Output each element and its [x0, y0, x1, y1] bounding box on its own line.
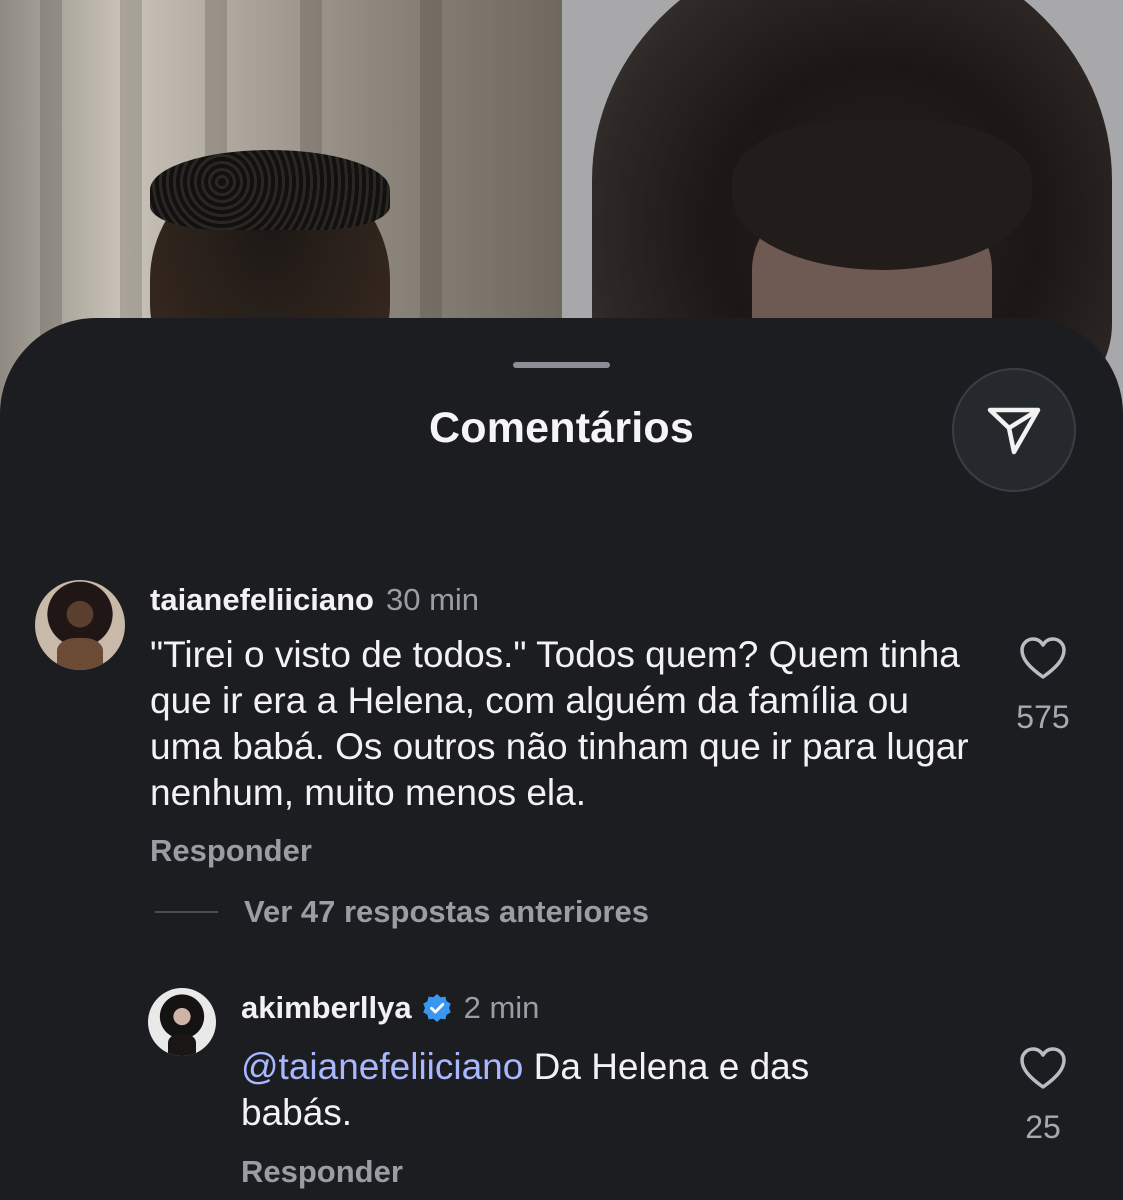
like-column: 575 — [993, 636, 1093, 736]
like-button[interactable] — [1019, 636, 1067, 680]
sheet-drag-handle[interactable] — [513, 362, 610, 368]
reply-meta: akimberllya 2 min — [241, 990, 539, 1026]
view-replies-toggle[interactable]: Ver 47 respostas anteriores — [155, 894, 649, 930]
reply-username[interactable]: akimberllya — [241, 990, 412, 1026]
comment-time: 30 min — [385, 582, 480, 617]
share-button[interactable] — [952, 368, 1076, 492]
send-icon — [987, 407, 1041, 455]
verified-badge-icon — [422, 993, 452, 1023]
mention-link[interactable]: @taianefeliiciano — [241, 1046, 523, 1087]
reply-button[interactable]: Responder — [241, 1154, 403, 1190]
reply-text: @taianefeliiciano Da Helena e das babás. — [241, 1044, 921, 1136]
like-column: 25 — [993, 1046, 1093, 1146]
replies-divider — [155, 911, 218, 913]
avatar[interactable] — [35, 580, 125, 670]
avatar[interactable] — [148, 988, 216, 1056]
view-replies-label: Ver 47 respostas anteriores — [244, 894, 649, 929]
heart-icon — [1020, 637, 1066, 679]
like-count: 575 — [1016, 699, 1070, 735]
heart-icon — [1020, 1047, 1066, 1089]
comment-text: "Tirei o visto de todos." Todos quem? Qu… — [150, 634, 969, 813]
like-button[interactable] — [1019, 1046, 1067, 1090]
person-fringe — [732, 120, 1032, 270]
person-hair — [150, 150, 390, 230]
like-count: 25 — [1025, 1109, 1061, 1145]
comment-username[interactable]: taianefeliiciano — [150, 582, 374, 618]
reply-button[interactable]: Responder — [150, 833, 312, 869]
comment-meta: taianefeliiciano 30 min — [150, 582, 479, 618]
reply-time: 2 min — [463, 990, 540, 1025]
